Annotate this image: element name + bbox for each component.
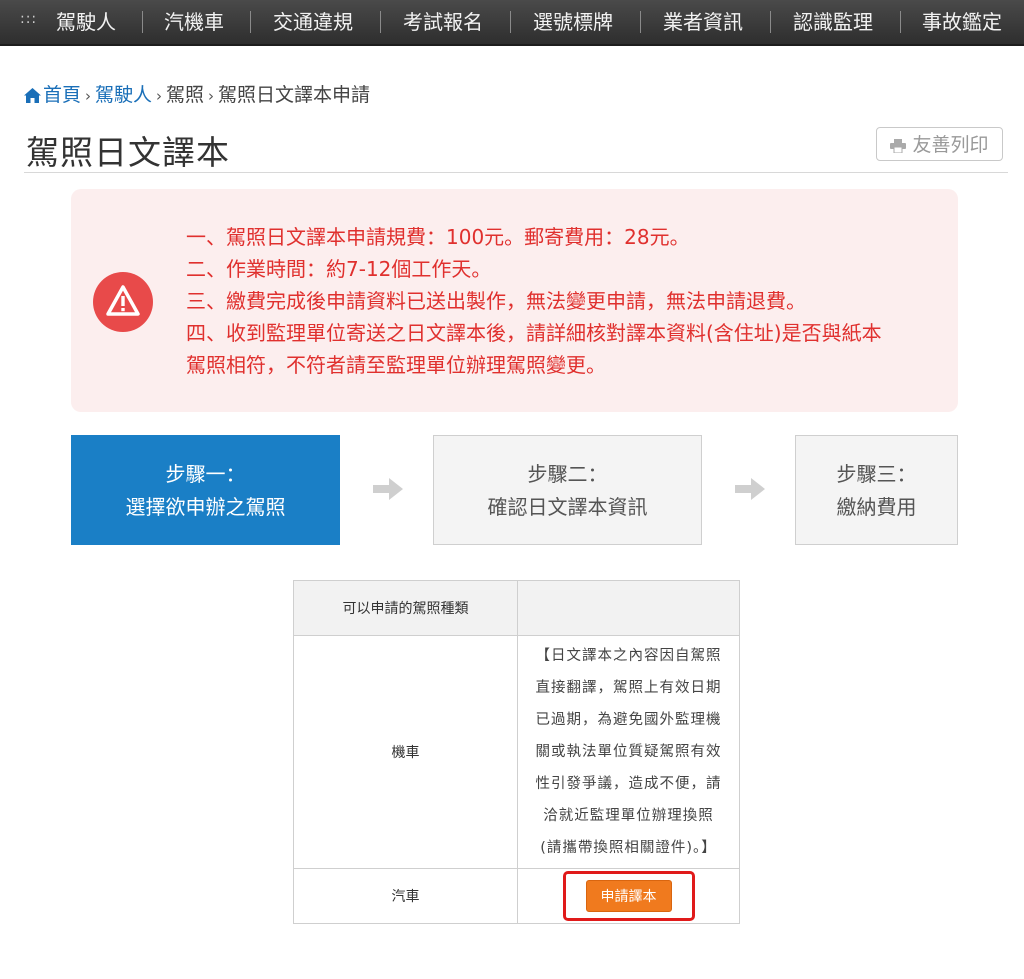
nav-divider — [510, 11, 511, 33]
title-divider — [24, 172, 1008, 173]
breadcrumb-separator: › — [85, 87, 92, 105]
note-line: 洽就近監理單位辦理換照 — [543, 808, 714, 824]
top-nav: ::: 駕駛人 汽機車 交通違規 考試報名 選號標牌 業者資訊 認識監理 事故鑑… — [0, 0, 1024, 46]
step-1-label: 選擇欲申辦之駕照 — [125, 495, 286, 519]
note-line: 已過期，為避免國外監理機 — [535, 712, 722, 728]
note-line: 性引發爭議，造成不便，請 — [535, 776, 722, 792]
note-line: 【日文譯本之內容因自駕照 — [535, 648, 722, 664]
apply-cell: 申請譯本 — [517, 868, 740, 924]
nav-item-accident-appraisal[interactable]: 事故鑑定 — [922, 8, 1002, 36]
warning-icon — [93, 272, 153, 332]
table-header-row: 可以申請的駕照種類 — [293, 580, 740, 636]
nav-item-driver[interactable]: 駕駛人 — [56, 8, 116, 36]
nav-divider — [900, 11, 901, 33]
table-header-action — [517, 580, 740, 636]
nav-item-exam-registration[interactable]: 考試報名 — [403, 8, 483, 36]
step-3-label: 繳納費用 — [836, 495, 917, 519]
printer-icon — [890, 130, 907, 164]
notice-line-fee: 一、駕照日文譯本申請規費：100元。郵寄費用：28元。 — [186, 225, 690, 249]
page-title: 駕照日文譯本 — [26, 133, 230, 172]
step-3: 步驟三： 繳納費用 — [795, 435, 958, 545]
menu-icon[interactable]: ::: — [20, 11, 37, 27]
table-header-license-type: 可以申請的駕照種類 — [293, 580, 518, 636]
step-1-active: 步驟一： 選擇欲申辦之駕照 — [71, 435, 340, 545]
license-type-car: 汽車 — [293, 868, 518, 924]
notice-line-verify-cont: 駕照相符，不符者請至監理單位辦理駕照變更。 — [186, 353, 606, 377]
notice-line-verify: 四、收到監理單位寄送之日文譯本後，請詳細核對譯本資料(含住址)是否與紙本 — [186, 321, 882, 345]
step-2-label: 確認日文譯本資訊 — [487, 495, 648, 519]
arrow-right-icon — [373, 478, 403, 504]
nav-item-business-info[interactable]: 業者資訊 — [663, 8, 743, 36]
nav-divider — [770, 11, 771, 33]
note-line: 關或執法單位質疑駕照有效 — [535, 744, 722, 760]
home-icon — [24, 86, 41, 108]
motorcycle-note: 【日文譯本之內容因自駕照 直接翻譯，駕照上有效日期 已過期，為避免國外監理機 關… — [517, 635, 740, 869]
breadcrumb-separator: › — [156, 87, 163, 105]
nav-divider — [640, 11, 641, 33]
table-row: 機車 【日文譯本之內容因自駕照 直接翻譯，駕照上有效日期 已過期，為避免國外監理… — [293, 635, 740, 869]
note-line: 直接翻譯，駕照上有效日期 — [535, 680, 722, 696]
license-type-table: 可以申請的駕照種類 機車 【日文譯本之內容因自駕照 直接翻譯，駕照上有效日期 已… — [293, 580, 740, 924]
step-2: 步驟二： 確認日文譯本資訊 — [433, 435, 702, 545]
notice-alert: 一、駕照日文譯本申請規費：100元。郵寄費用：28元。 二、作業時間：約7-12… — [71, 189, 958, 412]
arrow-right-icon — [735, 478, 765, 504]
print-button[interactable]: 友善列印 — [876, 127, 1003, 161]
breadcrumb: 首頁 › 駕駛人 › 駕照 › 駕照日文譯本申請 — [24, 80, 370, 106]
breadcrumb-home-link[interactable]: 首頁 — [43, 84, 81, 106]
apply-translation-button[interactable]: 申請譯本 — [585, 880, 672, 912]
breadcrumb-license: 駕照 — [166, 84, 205, 106]
nav-divider — [142, 11, 143, 33]
step-3-title: 步驟三： — [836, 462, 917, 486]
nav-item-traffic-violation[interactable]: 交通違規 — [273, 8, 353, 36]
nav-divider — [250, 11, 251, 33]
step-1-title: 步驟一： — [165, 462, 246, 486]
step-2-title: 步驟二： — [527, 462, 608, 486]
nav-item-vehicle[interactable]: 汽機車 — [164, 8, 224, 36]
notice-line-time: 二、作業時間：約7-12個工作天。 — [186, 257, 492, 281]
breadcrumb-separator: › — [208, 87, 215, 105]
note-line: (請攜帶換照相關證件)。】 — [540, 840, 717, 856]
breadcrumb-current: 駕照日文譯本申請 — [218, 84, 371, 106]
breadcrumb-driver-link[interactable]: 駕駛人 — [95, 84, 152, 106]
notice-line-refund: 三、繳費完成後申請資料已送出製作，無法變更申請，無法申請退費。 — [186, 289, 806, 313]
nav-item-plate-selection[interactable]: 選號標牌 — [533, 8, 613, 36]
nav-divider — [380, 11, 381, 33]
nav-item-about-monitoring[interactable]: 認識監理 — [793, 8, 873, 36]
table-row: 汽車 申請譯本 — [293, 868, 740, 924]
print-button-label: 友善列印 — [912, 134, 989, 156]
apply-button-highlight: 申請譯本 — [562, 871, 695, 921]
license-type-motorcycle: 機車 — [293, 635, 518, 869]
